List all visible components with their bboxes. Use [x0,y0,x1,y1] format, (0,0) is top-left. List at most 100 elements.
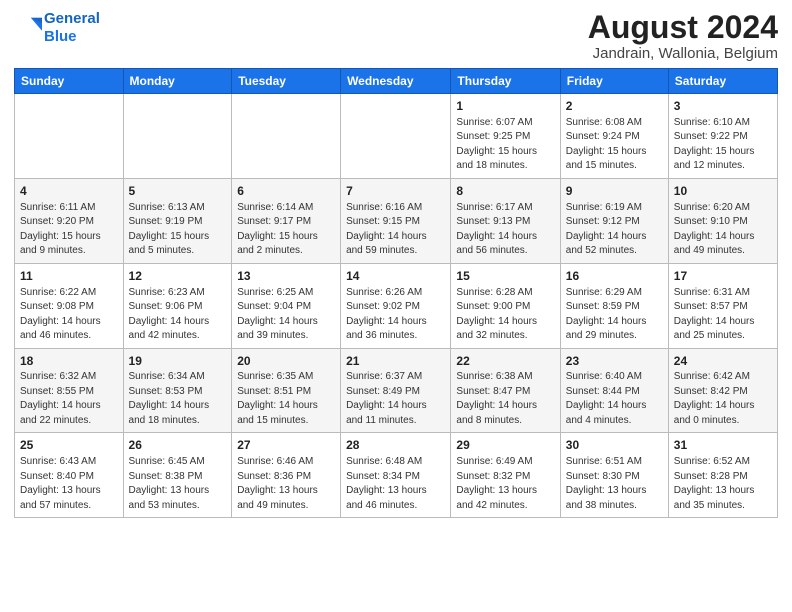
day-info: Sunrise: 6:43 AMSunset: 8:40 PMDaylight:… [20,455,118,513]
day-info: Sunrise: 6:35 AMSunset: 8:51 PMDaylight:… [237,370,335,428]
day-info: Sunrise: 6:42 AMSunset: 8:42 PMDaylight:… [674,370,772,428]
calendar-cell: 20Sunrise: 6:35 AMSunset: 8:51 PMDayligh… [232,348,341,433]
calendar-cell: 14Sunrise: 6:26 AMSunset: 9:02 PMDayligh… [341,263,451,348]
day-number: 10 [674,183,772,200]
weekday-header-sunday: Sunday [15,69,124,94]
day-number: 19 [129,353,227,370]
calendar-cell: 7Sunrise: 6:16 AMSunset: 9:15 PMDaylight… [341,178,451,263]
day-info: Sunrise: 6:11 AMSunset: 9:20 PMDaylight:… [20,201,118,259]
day-info: Sunrise: 6:07 AMSunset: 9:25 PMDaylight:… [456,116,554,174]
day-number: 25 [20,437,118,454]
day-number: 11 [20,268,118,285]
day-info: Sunrise: 6:31 AMSunset: 8:57 PMDaylight:… [674,286,772,344]
calendar-cell: 5Sunrise: 6:13 AMSunset: 9:19 PMDaylight… [123,178,232,263]
day-number: 9 [566,183,663,200]
day-info: Sunrise: 6:10 AMSunset: 9:22 PMDaylight:… [674,116,772,174]
calendar-cell: 15Sunrise: 6:28 AMSunset: 9:00 PMDayligh… [451,263,560,348]
day-info: Sunrise: 6:14 AMSunset: 9:17 PMDaylight:… [237,201,335,259]
calendar-cell: 12Sunrise: 6:23 AMSunset: 9:06 PMDayligh… [123,263,232,348]
calendar-cell: 29Sunrise: 6:49 AMSunset: 8:32 PMDayligh… [451,433,560,518]
day-number: 28 [346,437,445,454]
day-number: 7 [346,183,445,200]
day-info: Sunrise: 6:26 AMSunset: 9:02 PMDaylight:… [346,286,445,344]
day-number: 15 [456,268,554,285]
weekday-header-saturday: Saturday [668,69,777,94]
calendar-cell [123,94,232,179]
day-number: 24 [674,353,772,370]
calendar-cell: 19Sunrise: 6:34 AMSunset: 8:53 PMDayligh… [123,348,232,433]
calendar-cell: 3Sunrise: 6:10 AMSunset: 9:22 PMDaylight… [668,94,777,179]
calendar-cell: 31Sunrise: 6:52 AMSunset: 8:28 PMDayligh… [668,433,777,518]
day-number: 8 [456,183,554,200]
day-number: 18 [20,353,118,370]
day-info: Sunrise: 6:52 AMSunset: 8:28 PMDaylight:… [674,455,772,513]
page: General Blue August 2024 Jandrain, Wallo… [0,0,792,612]
calendar-cell: 18Sunrise: 6:32 AMSunset: 8:55 PMDayligh… [15,348,124,433]
day-number: 6 [237,183,335,200]
calendar-cell: 8Sunrise: 6:17 AMSunset: 9:13 PMDaylight… [451,178,560,263]
day-info: Sunrise: 6:49 AMSunset: 8:32 PMDaylight:… [456,455,554,513]
calendar-cell: 9Sunrise: 6:19 AMSunset: 9:12 PMDaylight… [560,178,668,263]
weekday-header-monday: Monday [123,69,232,94]
day-number: 2 [566,98,663,115]
logo-line2: Blue [44,28,77,45]
calendar-cell: 22Sunrise: 6:38 AMSunset: 8:47 PMDayligh… [451,348,560,433]
calendar-table: SundayMondayTuesdayWednesdayThursdayFrid… [14,68,778,518]
day-info: Sunrise: 6:20 AMSunset: 9:10 PMDaylight:… [674,201,772,259]
day-number: 1 [456,98,554,115]
calendar-cell: 1Sunrise: 6:07 AMSunset: 9:25 PMDaylight… [451,94,560,179]
day-info: Sunrise: 6:22 AMSunset: 9:08 PMDaylight:… [20,286,118,344]
day-info: Sunrise: 6:34 AMSunset: 8:53 PMDaylight:… [129,370,227,428]
day-info: Sunrise: 6:28 AMSunset: 9:00 PMDaylight:… [456,286,554,344]
day-info: Sunrise: 6:46 AMSunset: 8:36 PMDaylight:… [237,455,335,513]
calendar-title: August 2024 [588,10,778,45]
weekday-header-row: SundayMondayTuesdayWednesdayThursdayFrid… [15,69,778,94]
day-number: 21 [346,353,445,370]
calendar-cell: 2Sunrise: 6:08 AMSunset: 9:24 PMDaylight… [560,94,668,179]
day-number: 23 [566,353,663,370]
day-info: Sunrise: 6:38 AMSunset: 8:47 PMDaylight:… [456,370,554,428]
calendar-cell: 11Sunrise: 6:22 AMSunset: 9:08 PMDayligh… [15,263,124,348]
title-block: August 2024 Jandrain, Wallonia, Belgium [588,10,778,62]
calendar-cell: 30Sunrise: 6:51 AMSunset: 8:30 PMDayligh… [560,433,668,518]
calendar-cell: 17Sunrise: 6:31 AMSunset: 8:57 PMDayligh… [668,263,777,348]
day-number: 27 [237,437,335,454]
weekday-header-friday: Friday [560,69,668,94]
calendar-week-4: 18Sunrise: 6:32 AMSunset: 8:55 PMDayligh… [15,348,778,433]
day-number: 22 [456,353,554,370]
weekday-header-wednesday: Wednesday [341,69,451,94]
day-info: Sunrise: 6:16 AMSunset: 9:15 PMDaylight:… [346,201,445,259]
calendar-cell: 21Sunrise: 6:37 AMSunset: 8:49 PMDayligh… [341,348,451,433]
calendar-cell: 24Sunrise: 6:42 AMSunset: 8:42 PMDayligh… [668,348,777,433]
day-number: 30 [566,437,663,454]
day-info: Sunrise: 6:13 AMSunset: 9:19 PMDaylight:… [129,201,227,259]
calendar-cell: 28Sunrise: 6:48 AMSunset: 8:34 PMDayligh… [341,433,451,518]
calendar-cell: 13Sunrise: 6:25 AMSunset: 9:04 PMDayligh… [232,263,341,348]
day-number: 26 [129,437,227,454]
day-info: Sunrise: 6:23 AMSunset: 9:06 PMDaylight:… [129,286,227,344]
day-number: 13 [237,268,335,285]
calendar-header: SundayMondayTuesdayWednesdayThursdayFrid… [15,69,778,94]
calendar-week-5: 25Sunrise: 6:43 AMSunset: 8:40 PMDayligh… [15,433,778,518]
calendar-cell [15,94,124,179]
day-number: 29 [456,437,554,454]
calendar-cell: 16Sunrise: 6:29 AMSunset: 8:59 PMDayligh… [560,263,668,348]
calendar-cell: 4Sunrise: 6:11 AMSunset: 9:20 PMDaylight… [15,178,124,263]
day-number: 17 [674,268,772,285]
logo-text: General Blue [44,10,100,46]
day-info: Sunrise: 6:40 AMSunset: 8:44 PMDaylight:… [566,370,663,428]
calendar-cell [232,94,341,179]
calendar-cell: 26Sunrise: 6:45 AMSunset: 8:38 PMDayligh… [123,433,232,518]
calendar-week-3: 11Sunrise: 6:22 AMSunset: 9:08 PMDayligh… [15,263,778,348]
calendar-cell: 23Sunrise: 6:40 AMSunset: 8:44 PMDayligh… [560,348,668,433]
day-info: Sunrise: 6:32 AMSunset: 8:55 PMDaylight:… [20,370,118,428]
day-number: 3 [674,98,772,115]
calendar-cell: 6Sunrise: 6:14 AMSunset: 9:17 PMDaylight… [232,178,341,263]
day-info: Sunrise: 6:29 AMSunset: 8:59 PMDaylight:… [566,286,663,344]
day-info: Sunrise: 6:51 AMSunset: 8:30 PMDaylight:… [566,455,663,513]
day-number: 14 [346,268,445,285]
day-number: 12 [129,268,227,285]
day-info: Sunrise: 6:25 AMSunset: 9:04 PMDaylight:… [237,286,335,344]
day-number: 20 [237,353,335,370]
logo-icon [14,14,42,42]
